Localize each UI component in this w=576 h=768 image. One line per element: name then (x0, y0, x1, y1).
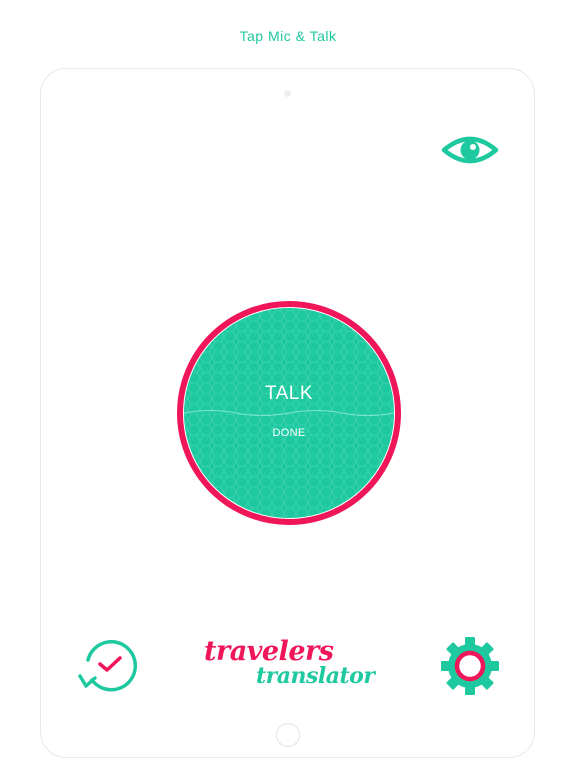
talk-mic-button[interactable] (176, 300, 402, 526)
talk-circle-graphic (177, 301, 401, 525)
logo-translator: translator (256, 663, 375, 689)
camera-dot (284, 90, 291, 97)
history-clock-check-icon (78, 639, 138, 692)
done-label[interactable]: DONE (176, 427, 402, 439)
eye-button[interactable] (441, 130, 499, 170)
instruction-caption: Tap Mic & Talk (239, 28, 337, 44)
gear-icon (441, 637, 499, 695)
talk-label[interactable]: TALK (176, 383, 402, 405)
eye-icon (441, 136, 499, 164)
home-button[interactable] (276, 723, 300, 747)
app-logo: travelers translator (200, 636, 380, 694)
settings-button[interactable] (440, 636, 500, 696)
history-button[interactable] (78, 638, 138, 696)
